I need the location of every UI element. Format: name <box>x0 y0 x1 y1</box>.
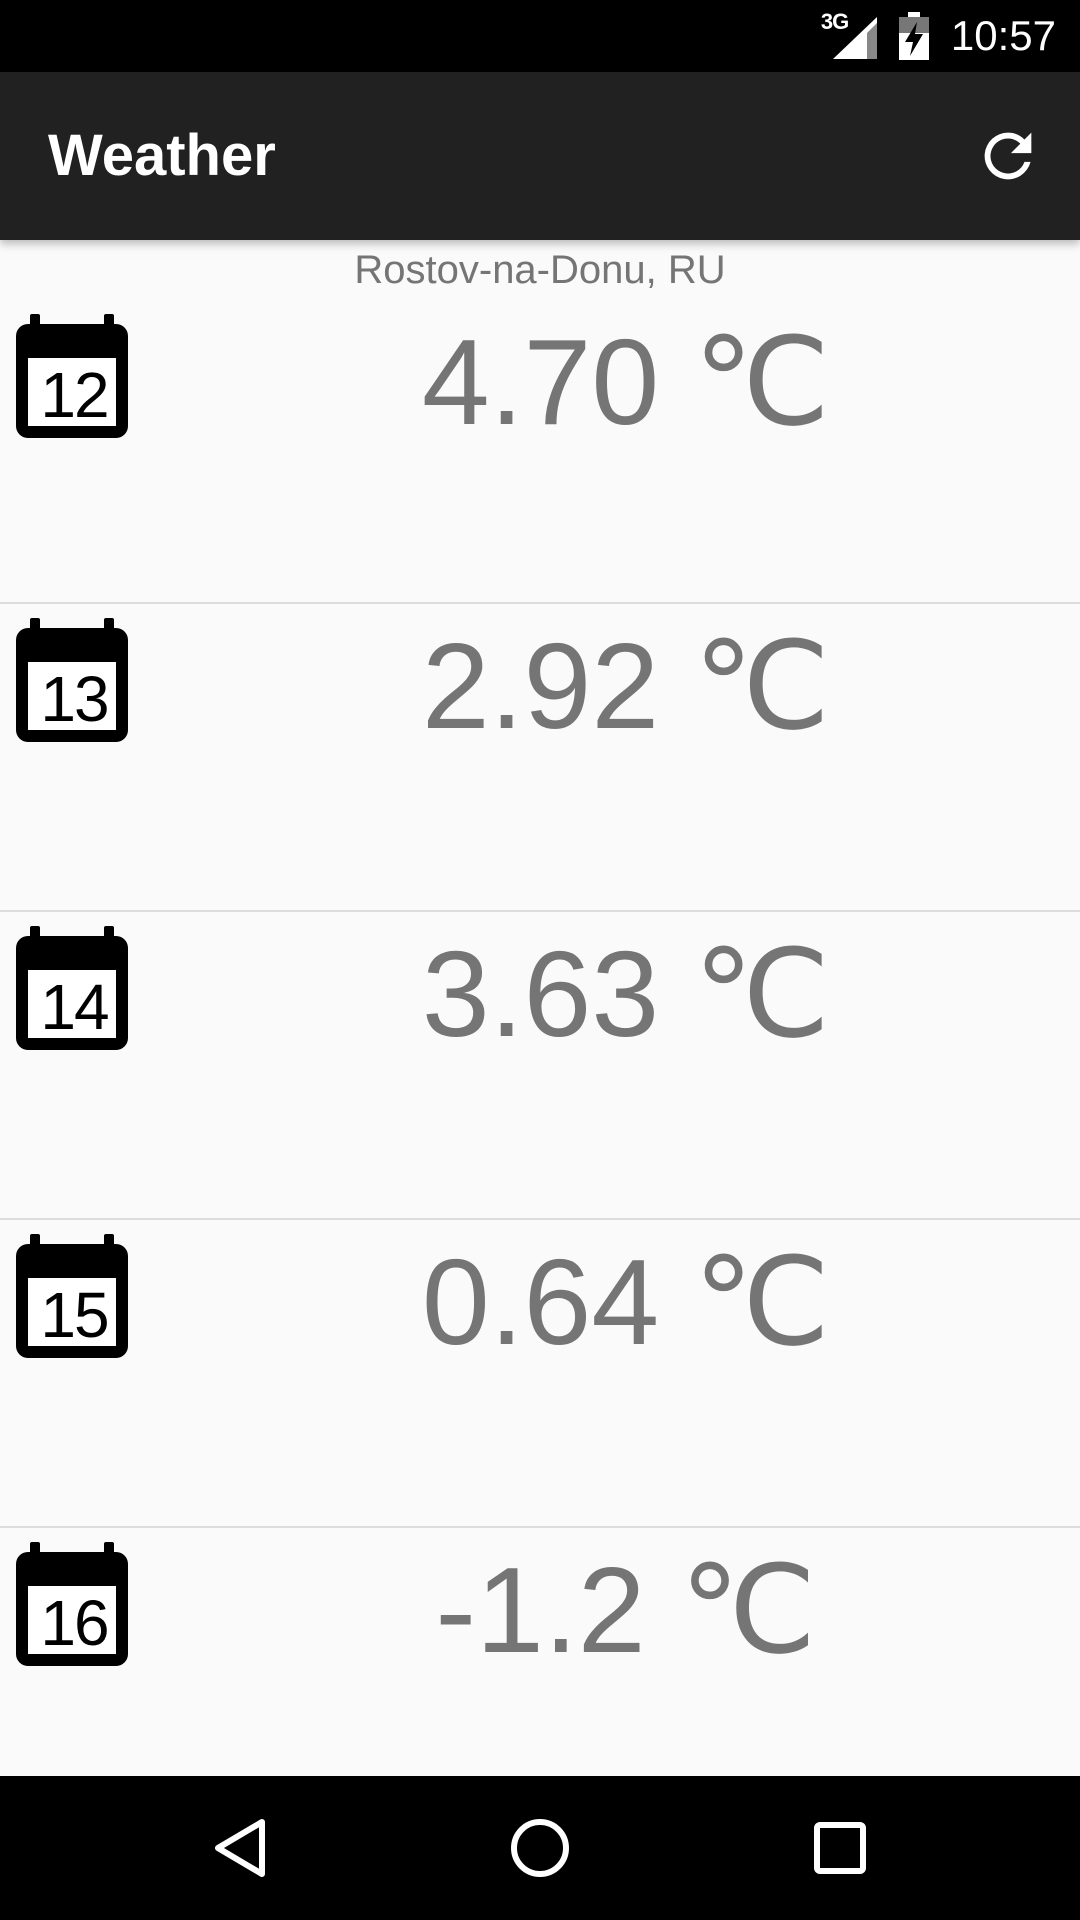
status-icons: 3G 10:57 <box>821 0 1056 72</box>
temperature-value: 4.70 ℃ <box>421 314 831 450</box>
forecast-row[interactable]: 15 0.64 ℃ <box>0 1220 1080 1528</box>
status-bar: 3G 10:57 <box>0 0 1080 72</box>
status-time: 10:57 <box>950 12 1056 59</box>
home-button[interactable] <box>480 1800 600 1896</box>
forecast-row[interactable]: 12 4.70 ℃ <box>0 300 1080 604</box>
temperature-value: 2.92 ℃ <box>421 618 831 754</box>
refresh-icon <box>984 132 1032 180</box>
location-label: Rostov-na-Donu, RU <box>354 248 726 292</box>
recents-icon <box>814 1822 866 1874</box>
forecast-row[interactable]: 14 3.63 ℃ <box>0 912 1080 1220</box>
app-toolbar: Weather <box>0 72 1080 240</box>
forecast-list: 12 4.70 ℃ 13 2.92 ℃ 14 3.63 ℃ 15 0.64 ℃ … <box>0 300 1080 1834</box>
refresh-button[interactable] <box>960 108 1056 204</box>
recents-button[interactable] <box>780 1800 900 1896</box>
back-button[interactable] <box>180 1800 300 1896</box>
temperature-value: 0.64 ℃ <box>421 1234 831 1370</box>
temperature-value: -1.2 ℃ <box>435 1542 817 1678</box>
temperature-value: 3.63 ℃ <box>421 926 831 1062</box>
back-icon <box>215 1819 265 1877</box>
signal-icon: 3G <box>821 9 877 59</box>
app-title: Weather <box>48 123 276 188</box>
battery-charging-icon <box>898 12 929 60</box>
navigation-bar <box>0 1776 1080 1920</box>
home-icon <box>511 1819 569 1877</box>
forecast-row[interactable]: 13 2.92 ℃ <box>0 604 1080 912</box>
